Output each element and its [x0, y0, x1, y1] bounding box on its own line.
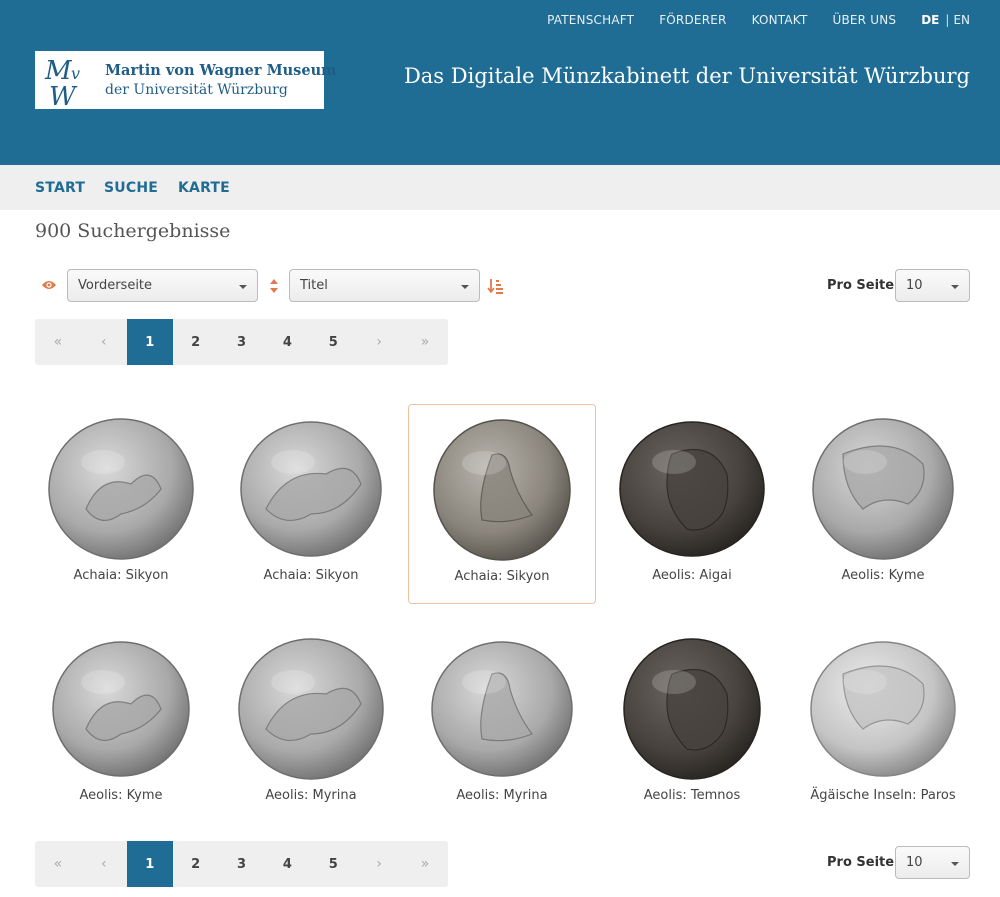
language-switcher: DE | EN: [921, 13, 970, 27]
top-link-ueber-uns[interactable]: ÜBER UNS: [832, 13, 896, 27]
pagination-page-2[interactable]: 2: [173, 319, 219, 365]
coin-card[interactable]: Achaia: Sikyon: [217, 404, 405, 604]
per-page-label: Pro Seite: [827, 278, 895, 293]
coin-image: [619, 421, 765, 557]
view-side-select[interactable]: Vorderseite: [67, 269, 258, 302]
coin-card[interactable]: Aeolis: Aigai: [598, 404, 786, 604]
coin-label: Achaia: Sikyon: [73, 568, 169, 583]
pagination-first[interactable]: «: [35, 841, 81, 887]
chevron-down-icon: [951, 285, 959, 289]
pagination-page-1[interactable]: 1: [126, 319, 173, 365]
coin-card[interactable]: Aeolis: Kyme: [27, 624, 215, 824]
top-link-kontakt[interactable]: KONTAKT: [752, 13, 808, 27]
pagination-bottom: « ‹ 1 2 3 4 5 › »: [35, 841, 448, 887]
nav-karte[interactable]: KARTE: [178, 180, 230, 196]
coin-label: Achaia: Sikyon: [263, 568, 359, 583]
main-nav: START SUCHE KARTE: [0, 165, 1000, 210]
coin-label: Aeolis: Myrina: [265, 788, 357, 803]
coin-card[interactable]: Ägäische Inseln: Paros: [789, 624, 977, 824]
top-link-foerderer[interactable]: FÖRDERER: [659, 13, 726, 27]
view-side-select-value: Vorderseite: [78, 278, 153, 293]
coin-image: [52, 641, 190, 777]
pagination-page-1[interactable]: 1: [126, 841, 173, 887]
coin-label: Ägäische Inseln: Paros: [810, 788, 956, 803]
pagination-prev[interactable]: ‹: [81, 841, 127, 887]
pagination-top: « ‹ 1 2 3 4 5 › »: [35, 319, 448, 365]
coin-label: Aeolis: Myrina: [456, 788, 548, 803]
pagination-next[interactable]: ›: [356, 841, 402, 887]
mvw-logo-icon: M v W: [44, 56, 80, 107]
lang-separator: |: [945, 13, 950, 27]
pagination-page-3[interactable]: 3: [219, 319, 265, 365]
museum-logo[interactable]: M v W Martin von Wagner Museum der Unive…: [35, 51, 336, 109]
coin-image: [48, 418, 194, 560]
coin-image: [433, 419, 571, 561]
lang-en-link[interactable]: EN: [953, 13, 970, 27]
eye-icon: [42, 281, 56, 289]
coin-card[interactable]: Aeolis: Myrina: [408, 624, 596, 824]
sort-field-select[interactable]: Titel: [289, 269, 480, 302]
sort-direction-icon[interactable]: [487, 277, 503, 295]
pagination-next[interactable]: ›: [356, 319, 402, 365]
coin-image: [431, 641, 573, 777]
chevron-down-icon: [461, 285, 469, 289]
coin-image: [238, 638, 384, 780]
coin-card[interactable]: Achaia: Sikyon: [27, 404, 215, 604]
lang-de-link[interactable]: DE: [921, 13, 939, 27]
site-header: PATENSCHAFT FÖRDERER KONTAKT ÜBER UNS DE…: [0, 0, 1000, 165]
chevron-down-icon: [239, 285, 247, 289]
top-link-patenschaft[interactable]: PATENSCHAFT: [547, 13, 634, 27]
pagination-page-5[interactable]: 5: [310, 319, 356, 365]
pagination-prev[interactable]: ‹: [81, 319, 127, 365]
coin-card-selected[interactable]: Achaia: Sikyon: [408, 404, 596, 604]
svg-text:W: W: [49, 82, 78, 107]
coin-label: Aeolis: Kyme: [841, 568, 925, 583]
coin-label: Aeolis: Aigai: [652, 568, 732, 583]
site-title: Das Digitale Münzkabinett der Universitä…: [403, 64, 970, 88]
nav-suche[interactable]: SUCHE: [104, 180, 158, 196]
coin-card[interactable]: Aeolis: Temnos: [598, 624, 786, 824]
per-page-select-bottom[interactable]: 10: [895, 846, 970, 879]
svg-text:v: v: [71, 64, 80, 83]
pagination-page-4[interactable]: 4: [264, 319, 310, 365]
coin-image: [240, 421, 382, 557]
pagination-page-2[interactable]: 2: [173, 841, 219, 887]
pagination-last[interactable]: »: [402, 319, 448, 365]
coin-label: Aeolis: Temnos: [643, 788, 741, 803]
per-page-label: Pro Seite: [827, 855, 895, 870]
sort-icon: [270, 279, 278, 293]
pagination-last[interactable]: »: [402, 841, 448, 887]
coin-label: Aeolis: Kyme: [79, 788, 163, 803]
pagination-page-3[interactable]: 3: [219, 841, 265, 887]
coin-image: [623, 638, 761, 780]
result-count: 900 Suchergebnisse: [35, 220, 231, 242]
per-page-select-value: 10: [906, 855, 923, 870]
pagination-page-5[interactable]: 5: [310, 841, 356, 887]
logo-title: Martin von Wagner Museum: [105, 62, 337, 79]
pagination-page-4[interactable]: 4: [264, 841, 310, 887]
chevron-down-icon: [951, 862, 959, 866]
sort-field-select-value: Titel: [300, 278, 328, 293]
logo-subtitle: der Universität Würzburg: [105, 82, 288, 98]
coin-label: Achaia: Sikyon: [454, 569, 550, 584]
coin-image: [812, 418, 954, 560]
coin-image: [810, 641, 956, 777]
coin-card[interactable]: Aeolis: Kyme: [789, 404, 977, 604]
coin-card[interactable]: Aeolis: Myrina: [217, 624, 405, 824]
pagination-first[interactable]: «: [35, 319, 81, 365]
per-page-select-value: 10: [906, 278, 923, 293]
nav-start[interactable]: START: [35, 180, 85, 196]
per-page-select-top[interactable]: 10: [895, 269, 970, 302]
top-nav: PATENSCHAFT FÖRDERER KONTAKT ÜBER UNS DE…: [522, 13, 970, 27]
